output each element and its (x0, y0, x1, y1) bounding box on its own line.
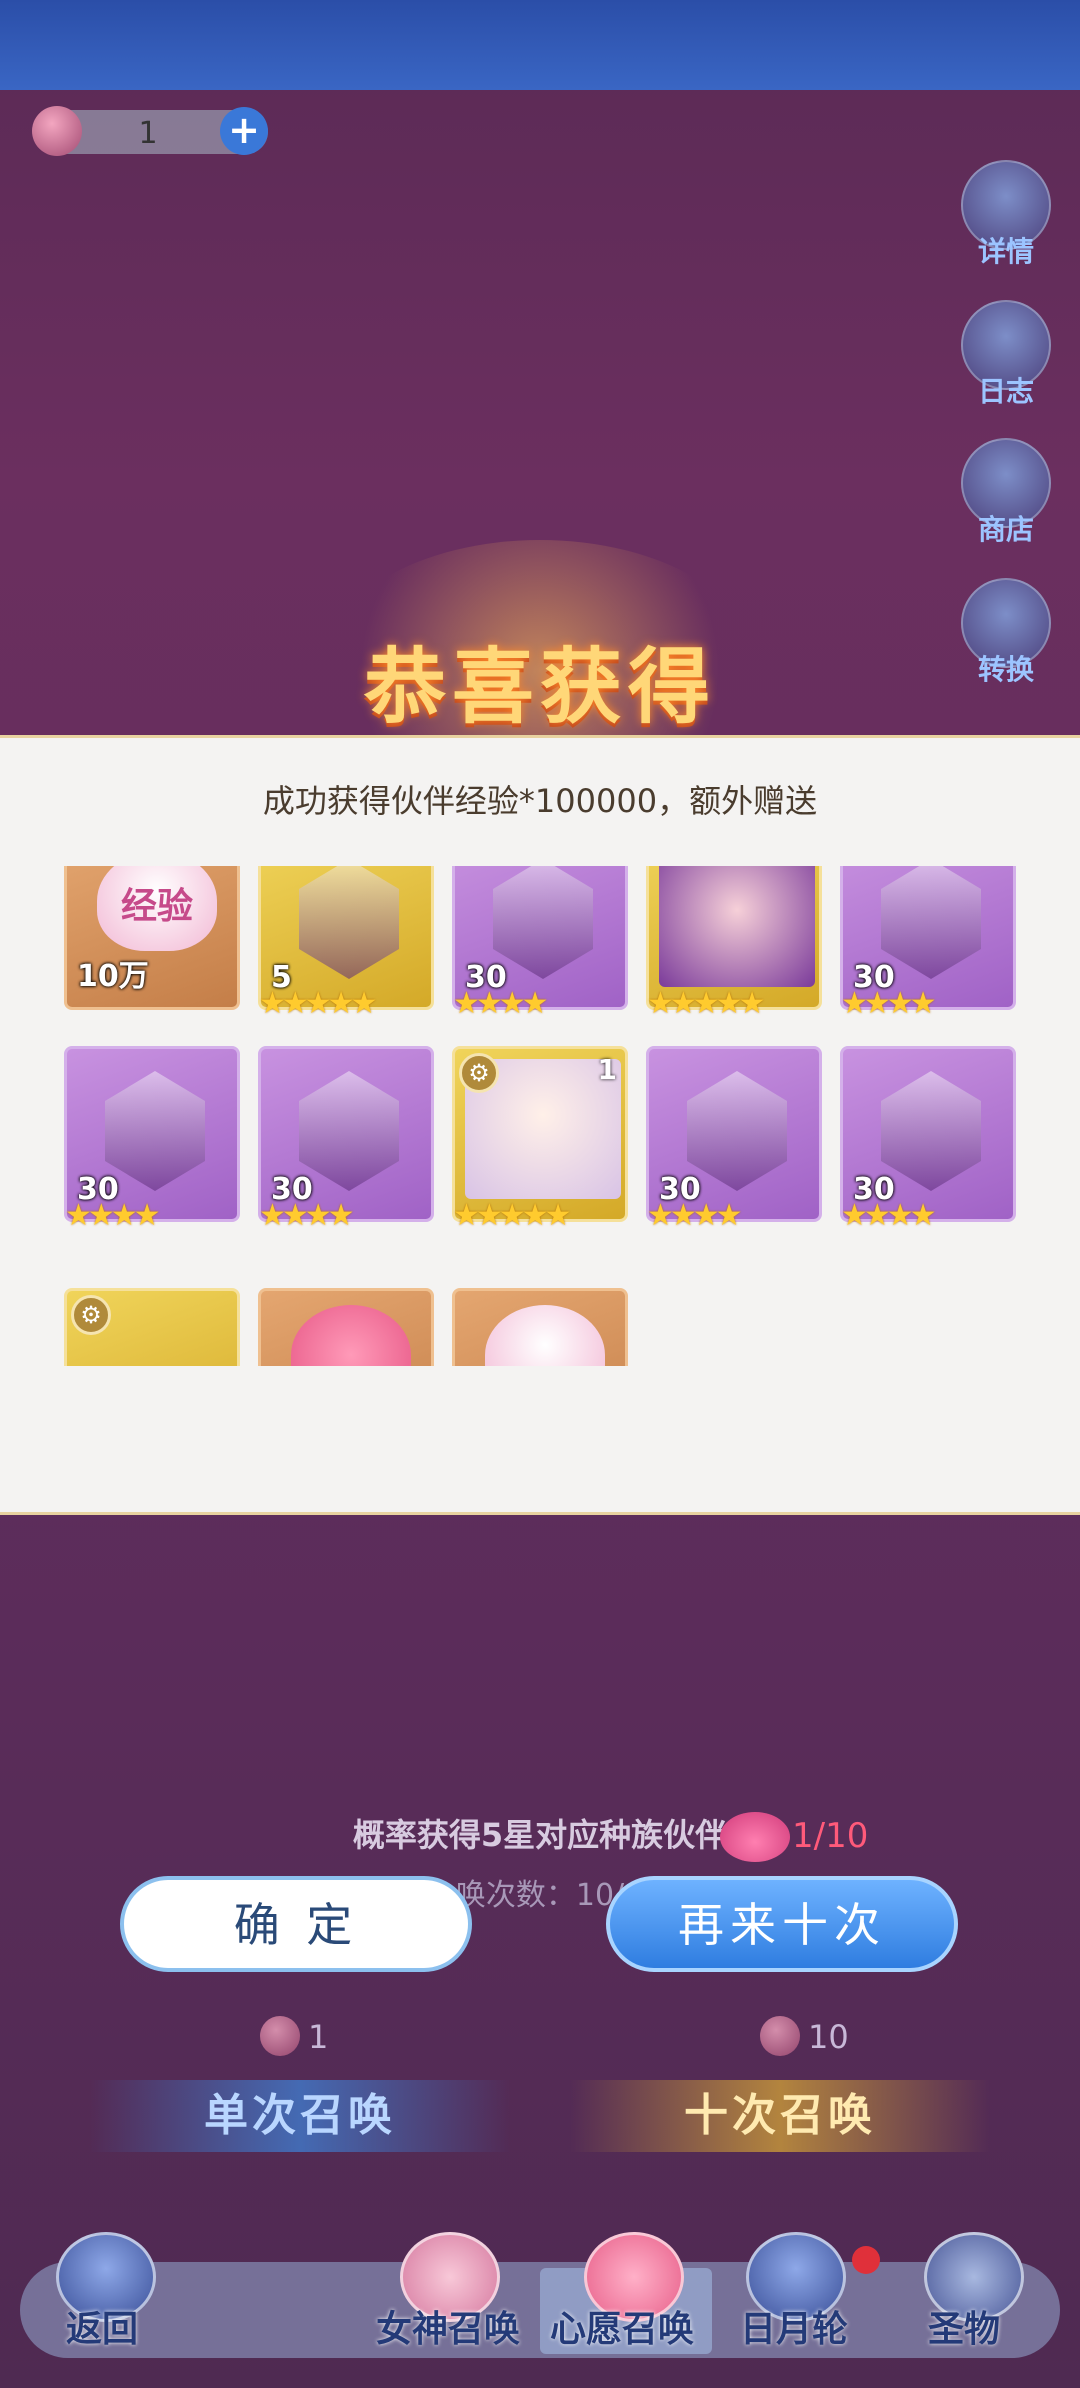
hero-shard-icon (299, 1071, 399, 1191)
summon-again-button[interactable]: 再来十次 (606, 1876, 958, 1972)
reward-item[interactable]: 30 ★★★★ (840, 866, 1016, 1021)
log-label: 日志 (977, 375, 1034, 408)
nav-goddess-summon[interactable]: 女神召唤 (376, 2300, 520, 2352)
lips-gem-icon (260, 2016, 300, 2056)
lips-gem-icon (32, 106, 82, 156)
reward-item[interactable]: 30 ★★★★ (64, 1046, 240, 1233)
log-button[interactable]: 日志 (958, 300, 1054, 410)
add-currency-button[interactable]: + (220, 107, 268, 155)
single-cost: 1 (260, 2016, 380, 2060)
reward-item-hero[interactable]: ★★★★★ (646, 866, 822, 1021)
single-summon-button[interactable]: 单次召唤 (90, 2080, 510, 2152)
ten-cost: 10 (760, 2016, 880, 2060)
nav-sun-moon[interactable]: 日月轮 (740, 2300, 848, 2352)
star-rating: ★★★★★ (453, 1198, 572, 1233)
nav-relic[interactable]: 圣物 (928, 2300, 1000, 2352)
reward-item-hero[interactable]: ⚙ 1 ★★★★★ (452, 1046, 628, 1233)
star-rating: ★★★★ (453, 986, 549, 1021)
wish-counter: 1/10 (720, 1812, 868, 1862)
reward-item[interactable]: 30 ★★★★ (258, 1046, 434, 1233)
star-rating: ★★★★ (841, 986, 937, 1021)
reward-item-exp[interactable]: 经验 10万 (64, 866, 240, 1010)
reward-item[interactable]: 30 ★★★★ (840, 1046, 1016, 1233)
star-rating: ★★★★ (65, 1198, 161, 1233)
item-count: 1 (597, 1053, 617, 1086)
ten-summon-button[interactable]: 十次召唤 (570, 2080, 990, 2152)
top-banner (0, 0, 1080, 90)
star-rating: ★★★★★ (259, 986, 378, 1021)
lips-icon (720, 1812, 790, 1862)
hero-shard-icon (881, 866, 981, 979)
confirm-button[interactable]: 确 定 (120, 1876, 472, 1972)
hero-shard-icon (687, 1071, 787, 1191)
notification-dot (852, 2246, 880, 2274)
reward-item[interactable] (452, 1288, 628, 1366)
reward-item[interactable]: 30 ★★★★ (452, 866, 628, 1021)
reward-grid[interactable]: 经验 10万 5 ★★★★★ 30 ★★★★ ★★★★★ 30 ★★★★ 30 … (60, 866, 1020, 1366)
details-button[interactable]: 详情 (958, 160, 1054, 270)
shop-label: 商店 (977, 513, 1034, 546)
exp-label: 经验 (120, 886, 193, 927)
hero-portrait (659, 866, 815, 987)
gear-icon: ⚙ (459, 1053, 499, 1093)
currency-bar: 1 + (32, 106, 268, 156)
item-count: 10万 (77, 959, 149, 994)
hero-shard-icon (493, 866, 593, 979)
reward-item[interactable]: 30 ★★★★ (646, 1046, 822, 1233)
reward-item[interactable]: ⚙ (64, 1288, 240, 1366)
ten-cost-value: 10 (808, 2018, 849, 2056)
star-rating: ★★★★ (647, 1198, 743, 1233)
shop-button[interactable]: 商店 (958, 438, 1054, 548)
hero-shard-icon (105, 1071, 205, 1191)
star-rating: ★★★★ (259, 1198, 355, 1233)
reward-subtitle: 成功获得伙伴经验*100000，额外赠送 (262, 782, 818, 820)
hero-shard-icon (881, 1071, 981, 1191)
single-cost-value: 1 (308, 2018, 329, 2056)
gear-icon: ⚙ (71, 1295, 111, 1335)
reward-item[interactable]: 5 ★★★★★ (258, 866, 434, 1021)
currency-value: 1 (138, 116, 158, 151)
probability-text: 概率获得5星对应种族伙伴 (352, 1816, 728, 1854)
diamond-heart-icon (485, 1305, 605, 1366)
lips-gem-icon (760, 2016, 800, 2056)
reward-panel: 成功获得伙伴经验*100000，额外赠送 经验 10万 5 ★★★★★ 30 ★… (0, 735, 1080, 1515)
reward-item[interactable] (258, 1288, 434, 1366)
hero-shard-icon (299, 866, 399, 979)
reward-title: 恭喜获得 (363, 640, 716, 735)
nav-wish-summon[interactable]: 心愿召唤 (550, 2300, 694, 2352)
nav-back[interactable]: 返回 (66, 2300, 138, 2352)
heart-icon (291, 1305, 411, 1366)
star-rating: ★★★★★ (647, 986, 766, 1021)
wish-counter-value: 1/10 (792, 1816, 869, 1856)
star-rating: ★★★★ (841, 1198, 937, 1233)
details-label: 详情 (977, 235, 1034, 268)
